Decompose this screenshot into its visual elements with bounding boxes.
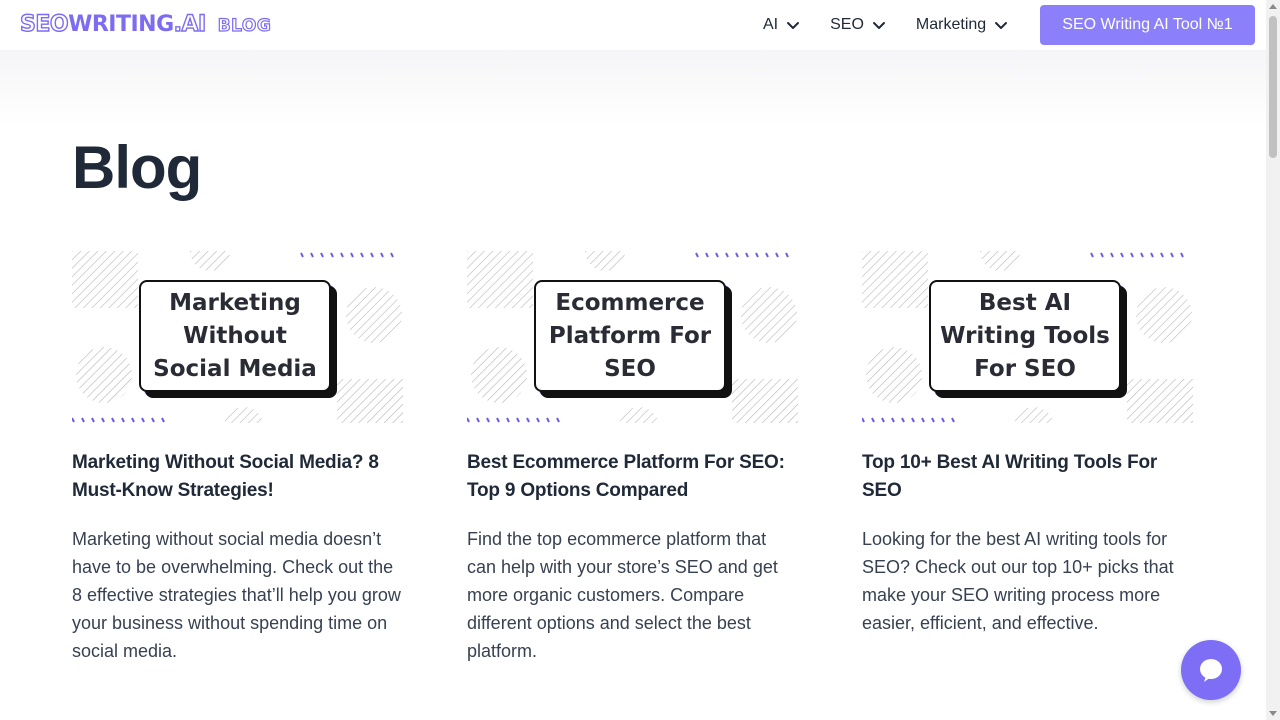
post-title-link[interactable]: Best Ecommerce Platform For SEO: Top 9 O… — [467, 449, 798, 505]
nav-item-ai[interactable]: AI — [763, 16, 800, 34]
thumbnail-text: Marketing Without Social Media — [153, 289, 317, 382]
nav-item-label: SEO — [830, 16, 864, 33]
thumbnail-card: Best AI Writing Tools For SEO — [929, 280, 1121, 392]
blog-post-card[interactable]: Ecommerce Platform For SEO Best Ecommerc… — [467, 251, 798, 665]
chevron-down-icon — [995, 22, 1008, 29]
post-title-link[interactable]: Marketing Without Social Media? 8 Must-K… — [72, 449, 403, 505]
post-thumbnail[interactable]: Best AI Writing Tools For SEO — [862, 251, 1193, 423]
thumbnail-card: Ecommerce Platform For SEO — [534, 280, 726, 392]
chevron-down-icon — [872, 22, 885, 29]
post-thumbnail[interactable]: Ecommerce Platform For SEO — [467, 251, 798, 423]
logo-seo-text: SEO — [19, 11, 69, 37]
post-excerpt: Marketing without social media doesn’t h… — [72, 529, 401, 661]
thumbnail-text: Best AI Writing Tools For SEO — [940, 289, 1110, 382]
nav-item-seo[interactable]: SEO — [830, 16, 886, 34]
chevron-down-icon — [787, 22, 800, 29]
logo-writing-text: WRITING — [68, 12, 174, 37]
post-excerpt: Looking for the best AI writing tools fo… — [862, 529, 1174, 633]
thumbnail-text: Ecommerce Platform For SEO — [548, 289, 712, 382]
site-logo[interactable]: SEOWRITING.AI BLOG — [19, 10, 272, 40]
post-excerpt: Find the top ecommerce platform that can… — [467, 529, 778, 661]
nav-item-label: Marketing — [915, 16, 987, 33]
logo-wordmark: SEOWRITING.AI — [19, 10, 207, 40]
nav-item-marketing[interactable]: Marketing — [916, 16, 1008, 34]
post-title-link[interactable]: Top 10+ Best AI Writing Tools For SEO — [862, 449, 1193, 505]
post-thumbnail[interactable]: Marketing Without Social Media — [72, 251, 403, 423]
thumbnail-card: Marketing Without Social Media — [139, 280, 331, 392]
logo-blog-text: BLOG — [217, 15, 272, 36]
main-nav: AI SEO Marketing — [763, 0, 1038, 50]
page-title: Blog — [72, 134, 202, 201]
header-shadow — [0, 50, 1266, 125]
scroll-down-arrow-icon[interactable] — [1269, 711, 1277, 716]
cta-button[interactable]: SEO Writing AI Tool №1 — [1040, 5, 1255, 45]
logo-ai-text: .AI — [173, 11, 207, 37]
chat-bubble-icon — [1200, 659, 1222, 682]
site-header: SEOWRITING.AI BLOG AI SEO Marketing SEO … — [0, 0, 1266, 50]
blog-post-card[interactable]: Best AI Writing Tools For SEO Top 10+ Be… — [862, 251, 1193, 637]
scroll-up-arrow-icon[interactable] — [1269, 4, 1277, 9]
blog-post-card[interactable]: Marketing Without Social Media Marketing… — [72, 251, 403, 665]
nav-item-label: AI — [763, 16, 779, 33]
chat-button[interactable] — [1181, 640, 1241, 700]
page-scrollbar[interactable] — [1266, 0, 1280, 720]
scrollbar-thumb[interactable] — [1269, 16, 1277, 158]
